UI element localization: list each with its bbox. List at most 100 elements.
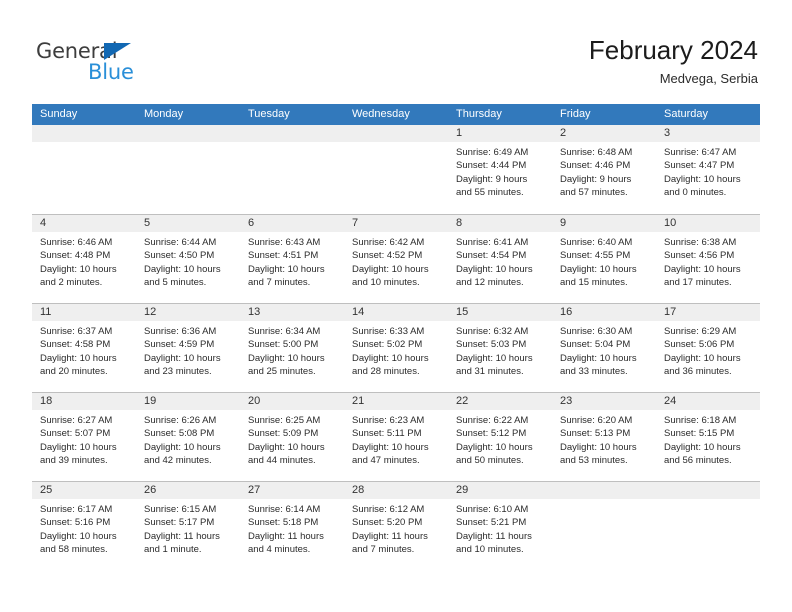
sunset-text: Sunset: 4:51 PM — [248, 250, 319, 262]
calendar-day-cell[interactable]: 5 Sunrise: 6:44 AM Sunset: 4:50 PM Daylight… — [136, 215, 240, 303]
day-sun-info: Sunrise: 6:38 AM Sunset: 4:56 PM Daylight:… — [656, 232, 760, 290]
calendar-day-cell[interactable]: 7 Sunrise: 6:42 AM Sunset: 4:52 PM Daylight… — [344, 215, 448, 303]
calendar-day-cell[interactable]: 29 Sunrise: 6:10 AM Sunset: 5:21 PM Dayligh… — [448, 482, 552, 570]
sunset-text: Sunset: 5:06 PM — [664, 339, 735, 351]
calendar-day-cell[interactable]: 9 Sunrise: 6:40 AM Sunset: 4:55 PM Daylight… — [552, 215, 656, 303]
day-number: 15 — [456, 306, 469, 318]
calendar-day-cell[interactable]: 8 Sunrise: 6:41 AM Sunset: 4:54 PM Daylight… — [448, 215, 552, 303]
weekday-saturday: Saturday — [664, 108, 709, 120]
sunset-text: Sunset: 5:18 PM — [248, 517, 319, 529]
daylight-text-line2: and 53 minutes. — [560, 455, 628, 467]
page-title: February 2024 — [588, 35, 758, 65]
daylight-text-line2: and 7 minutes. — [352, 544, 415, 556]
calendar-day-cell[interactable]: 18 Sunrise: 6:27 AM Sunset: 5:07 PM Dayligh… — [32, 393, 136, 481]
calendar-day-cell[interactable]: 2 Sunrise: 6:48 AM Sunset: 4:46 PM Daylight… — [552, 125, 656, 214]
calendar-day-cell[interactable]: 21 Sunrise: 6:23 AM Sunset: 5:11 PM Dayligh… — [344, 393, 448, 481]
day-number: 5 — [144, 217, 151, 229]
day-number: 9 — [560, 217, 567, 229]
day-number-band: 22 — [448, 393, 552, 410]
calendar-day-cell[interactable]: 24 Sunrise: 6:18 AM Sunset: 5:15 PM Dayligh… — [656, 393, 760, 481]
day-number-band: 12 — [136, 304, 240, 321]
sunrise-text: Sunrise: 6:14 AM — [248, 504, 321, 515]
calendar-day-cell[interactable]: 4 Sunrise: 6:46 AM Sunset: 4:48 PM Daylight… — [32, 215, 136, 303]
daylight-text-line1: Daylight: 10 hours — [560, 352, 637, 364]
calendar-day-cell[interactable]: 1 Sunrise: 6:49 AM Sunset: 4:44 PM Daylight… — [448, 125, 552, 214]
sunrise-text: Sunrise: 6:34 AM — [248, 326, 321, 337]
day-number: 3 — [664, 127, 671, 139]
sunrise-text: Sunrise: 6:49 AM — [456, 147, 529, 158]
calendar-day-cell[interactable]: 10 Sunrise: 6:38 AM Sunset: 4:56 PM Dayligh… — [656, 215, 760, 303]
calendar-day-cell[interactable]: 13 Sunrise: 6:34 AM Sunset: 5:00 PM Dayligh… — [240, 304, 344, 392]
calendar-day-cell[interactable]: 16 Sunrise: 6:30 AM Sunset: 5:04 PM Dayligh… — [552, 304, 656, 392]
sunset-text: Sunset: 5:12 PM — [456, 428, 527, 440]
sunrise-text: Sunrise: 6:47 AM — [664, 147, 737, 158]
day-number: 4 — [40, 217, 47, 229]
calendar-day-cell[interactable]: 25 Sunrise: 6:17 AM Sunset: 5:16 PM Dayligh… — [32, 482, 136, 570]
day-sun-info: Sunrise: 6:22 AM Sunset: 5:12 PM Daylight:… — [448, 410, 552, 468]
daylight-text-line2: and 57 minutes. — [560, 187, 628, 199]
calendar-day-cell[interactable]: 3 Sunrise: 6:47 AM Sunset: 4:47 PM Daylight… — [656, 125, 760, 214]
calendar-day-cell[interactable]: 27 Sunrise: 6:14 AM Sunset: 5:18 PM Dayligh… — [240, 482, 344, 570]
calendar-day-cell-empty — [136, 125, 240, 214]
day-sun-info: Sunrise: 6:27 AM Sunset: 5:07 PM Daylight:… — [32, 410, 136, 468]
calendar-day-cell[interactable]: 20 Sunrise: 6:25 AM Sunset: 5:09 PM Dayligh… — [240, 393, 344, 481]
day-sun-info: Sunrise: 6:30 AM Sunset: 5:04 PM Daylight:… — [552, 321, 656, 379]
day-sun-info: Sunrise: 6:41 AM Sunset: 4:54 PM Daylight:… — [448, 232, 552, 290]
daylight-text-line1: Daylight: 10 hours — [144, 441, 221, 453]
sunrise-text: Sunrise: 6:25 AM — [248, 415, 321, 426]
calendar-day-cell[interactable]: 22 Sunrise: 6:22 AM Sunset: 5:12 PM Dayligh… — [448, 393, 552, 481]
day-sun-info: Sunrise: 6:25 AM Sunset: 5:09 PM Daylight:… — [240, 410, 344, 468]
calendar-day-cell[interactable]: 23 Sunrise: 6:20 AM Sunset: 5:13 PM Dayligh… — [552, 393, 656, 481]
sunset-text: Sunset: 4:59 PM — [144, 339, 215, 351]
day-number: 10 — [664, 217, 677, 229]
daylight-text-line2: and 39 minutes. — [40, 455, 108, 467]
day-number-band: 11 — [32, 304, 136, 321]
day-sun-info: Sunrise: 6:23 AM Sunset: 5:11 PM Daylight:… — [344, 410, 448, 468]
day-sun-info: Sunrise: 6:17 AM Sunset: 5:16 PM Daylight:… — [32, 499, 136, 557]
sunset-text: Sunset: 4:48 PM — [40, 250, 111, 262]
calendar-day-cell[interactable]: 12 Sunrise: 6:36 AM Sunset: 4:59 PM Dayligh… — [136, 304, 240, 392]
daylight-text-line2: and 4 minutes. — [248, 544, 311, 556]
sunset-text: Sunset: 5:07 PM — [40, 428, 111, 440]
day-sun-info: Sunrise: 6:15 AM Sunset: 5:17 PM Daylight:… — [136, 499, 240, 557]
sunrise-text: Sunrise: 6:40 AM — [560, 237, 633, 248]
day-sun-info: Sunrise: 6:47 AM Sunset: 4:47 PM Daylight:… — [656, 142, 760, 200]
day-number-band — [344, 125, 448, 142]
daylight-text-line1: Daylight: 11 hours — [248, 530, 324, 542]
calendar-day-cell[interactable]: 26 Sunrise: 6:15 AM Sunset: 5:17 PM Dayligh… — [136, 482, 240, 570]
calendar-day-cell[interactable]: 17 Sunrise: 6:29 AM Sunset: 5:06 PM Dayligh… — [656, 304, 760, 392]
weekday-wednesday: Wednesday — [352, 108, 410, 120]
sunrise-text: Sunrise: 6:15 AM — [144, 504, 217, 515]
day-sun-info: Sunrise: 6:48 AM Sunset: 4:46 PM Daylight:… — [552, 142, 656, 200]
day-number: 8 — [456, 217, 463, 229]
day-number: 24 — [664, 395, 677, 407]
day-sun-info: Sunrise: 6:26 AM Sunset: 5:08 PM Daylight:… — [136, 410, 240, 468]
day-number-band: 5 — [136, 215, 240, 232]
calendar-day-cell[interactable]: 6 Sunrise: 6:43 AM Sunset: 4:51 PM Daylight… — [240, 215, 344, 303]
day-number: 18 — [40, 395, 53, 407]
daylight-text-line2: and 55 minutes. — [456, 187, 524, 199]
daylight-text-line1: Daylight: 10 hours — [664, 173, 741, 185]
calendar-day-cell[interactable]: 14 Sunrise: 6:33 AM Sunset: 5:02 PM Dayligh… — [344, 304, 448, 392]
day-sun-info: Sunrise: 6:37 AM Sunset: 4:58 PM Daylight:… — [32, 321, 136, 379]
day-number-band: 10 — [656, 215, 760, 232]
day-sun-info: Sunrise: 6:32 AM Sunset: 5:03 PM Daylight:… — [448, 321, 552, 379]
daylight-text-line1: Daylight: 10 hours — [352, 352, 429, 364]
day-sun-info: Sunrise: 6:33 AM Sunset: 5:02 PM Daylight:… — [344, 321, 448, 379]
day-sun-info: Sunrise: 6:18 AM Sunset: 5:15 PM Daylight:… — [656, 410, 760, 468]
day-sun-info: Sunrise: 6:46 AM Sunset: 4:48 PM Daylight:… — [32, 232, 136, 290]
calendar-day-cell[interactable]: 11 Sunrise: 6:37 AM Sunset: 4:58 PM Dayligh… — [32, 304, 136, 392]
calendar-day-cell[interactable]: 19 Sunrise: 6:26 AM Sunset: 5:08 PM Dayligh… — [136, 393, 240, 481]
calendar-day-cell[interactable]: 15 Sunrise: 6:32 AM Sunset: 5:03 PM Dayligh… — [448, 304, 552, 392]
calendar-day-cell-empty — [240, 125, 344, 214]
day-sun-info: Sunrise: 6:43 AM Sunset: 4:51 PM Daylight:… — [240, 232, 344, 290]
day-number: 11 — [40, 306, 52, 318]
day-number-band: 28 — [344, 482, 448, 499]
sunset-text: Sunset: 4:52 PM — [352, 250, 423, 262]
daylight-text-line2: and 25 minutes. — [248, 366, 316, 378]
general-blue-logo[interactable]: General Blue — [36, 39, 236, 87]
sunrise-text: Sunrise: 6:17 AM — [40, 504, 113, 515]
daylight-text-line2: and 28 minutes. — [352, 366, 420, 378]
calendar-day-cell[interactable]: 28 Sunrise: 6:12 AM Sunset: 5:20 PM Dayligh… — [344, 482, 448, 570]
daylight-text-line1: Daylight: 10 hours — [664, 352, 741, 364]
